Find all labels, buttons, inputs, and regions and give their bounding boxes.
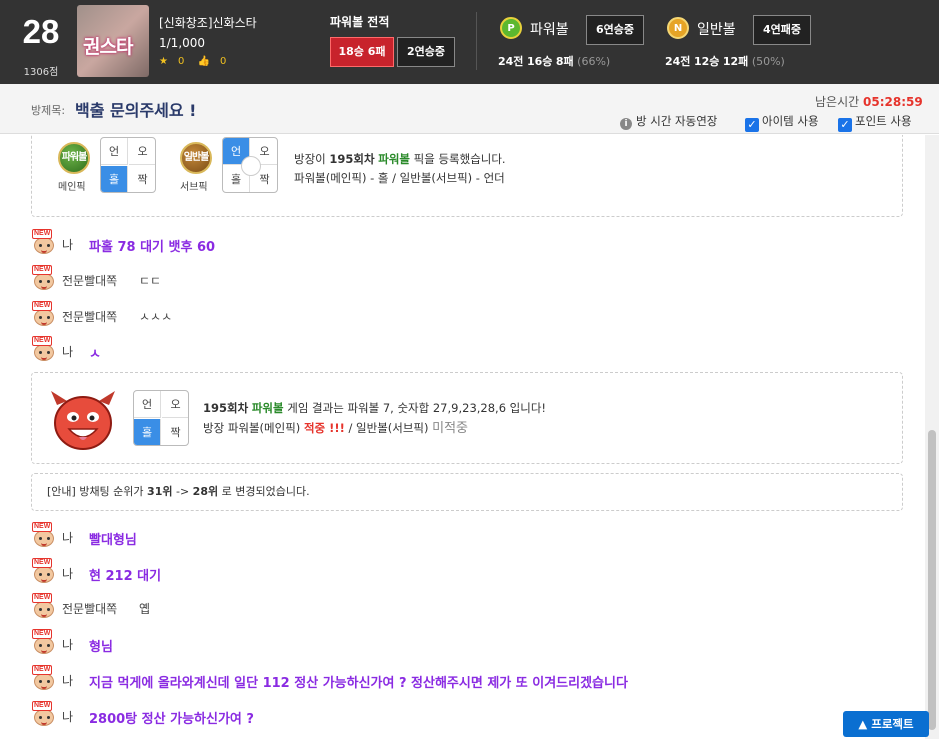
- avatar: NEW: [32, 701, 56, 727]
- avatar: NEW: [32, 336, 56, 362]
- message-text: ㅅ: [89, 347, 101, 362]
- devil-emoticon-icon: [51, 391, 115, 450]
- game-result-card: 언 오 홀 짝 195회차 파워볼 게임 결과는 파워볼 7, 숫자합 27,9…: [31, 372, 903, 464]
- pick-line-1: 방장이 195회차 파워볼 픽을 등록했습니다.: [294, 152, 506, 166]
- like-count: 0: [219, 56, 227, 67]
- result-grid: 언 오 홀 짝: [133, 390, 189, 446]
- checkbox-checked-icon: ✓: [745, 118, 759, 132]
- remaining-time: 남은시간 05:28:59: [815, 95, 923, 109]
- powerball-pick-icon: 파워볼: [58, 142, 90, 174]
- new-badge: NEW: [32, 301, 53, 311]
- record-streak-badge: 2연승중: [397, 37, 455, 67]
- new-badge: NEW: [32, 229, 53, 239]
- message-nick[interactable]: 나: [62, 565, 73, 582]
- powerball-label: 파워볼: [530, 22, 569, 38]
- avatar: NEW: [32, 593, 56, 619]
- item-use-checkbox[interactable]: ✓ 아이템 사용: [745, 113, 819, 132]
- pick-line-2: 파워볼(메인픽) - 홀 / 일반볼(서브픽) - 언더: [294, 171, 505, 185]
- avatar: NEW: [32, 629, 56, 655]
- message-text: ㄷㄷ: [139, 274, 162, 288]
- message-text: 형님: [89, 640, 113, 655]
- normalball-label: 일반볼: [697, 22, 736, 38]
- new-badge: NEW: [32, 558, 53, 568]
- powerball-record-title: 파워볼 전적: [330, 15, 390, 29]
- new-badge: NEW: [32, 701, 53, 711]
- room-subject: 백출 문의주세요 !: [75, 101, 197, 120]
- chat-scrollbar[interactable]: [925, 135, 939, 739]
- checkbox-checked-icon: ✓: [838, 118, 852, 132]
- message-nick[interactable]: 전문빨대쪽: [62, 308, 117, 325]
- new-badge: NEW: [32, 665, 53, 675]
- normalball-streak-badge: 4연패중: [753, 15, 811, 45]
- new-badge: NEW: [32, 265, 53, 275]
- star-count: 0: [177, 56, 185, 67]
- auto-extend-option[interactable]: i방 시간 자동연장: [620, 113, 717, 130]
- room-name: [신화창조]신화스타: [159, 16, 257, 30]
- message-nick[interactable]: 나: [62, 529, 73, 546]
- avatar: NEW: [32, 301, 56, 327]
- avatar: NEW: [32, 558, 56, 584]
- message-nick[interactable]: 나: [62, 672, 73, 689]
- message-text: ㅅㅅㅅ: [139, 310, 173, 324]
- message-nick[interactable]: 전문빨대쪽: [62, 272, 117, 289]
- subject-label: 방제목:: [31, 104, 66, 117]
- message-nick[interactable]: 나: [62, 343, 73, 360]
- avatar: NEW: [32, 522, 56, 548]
- powerball-record: 24전 16승 8패 (66%): [498, 55, 611, 68]
- message-text: 지금 먹게에 올라와계신데 일단 112 정산 가능하신가여 ? 정산해주시면 …: [89, 676, 628, 691]
- thumbs-up-icon: 👍: [197, 56, 210, 67]
- main-pick-grid: 언 오 홀 짝: [100, 137, 156, 193]
- avatar: NEW: [32, 665, 56, 691]
- message-nick[interactable]: 나: [62, 236, 73, 253]
- message-text: 파홀 78 대기 뱃후 60: [89, 240, 216, 255]
- message-text: 2800탕 정산 가능하신가여 ?: [89, 712, 254, 727]
- message-nick[interactable]: 나: [62, 708, 73, 725]
- rank-notice: [안내] 방채팅 순위가 31위 -> 28위 로 변경되었습니다.: [31, 473, 903, 511]
- powerball-icon: P: [500, 17, 522, 39]
- message-nick[interactable]: 나: [62, 636, 73, 653]
- project-button[interactable]: ▲ 프로젝트: [843, 711, 929, 737]
- new-badge: NEW: [32, 336, 53, 346]
- room-header: 28 1306점 권스타 [신화창조]신화스타 1/1,000 ★ 0 👍 0 파워…: [0, 0, 939, 84]
- sub-pick-grid: 언 오 홀 짝: [222, 137, 278, 193]
- normalball-record: 24전 12승 12패 (50%): [665, 55, 785, 68]
- point-use-checkbox[interactable]: ✓ 포인트 사용: [838, 113, 912, 132]
- member-count: 1/1,000: [159, 36, 206, 50]
- scrollbar-thumb[interactable]: [928, 430, 936, 730]
- result-line-1: 195회차 파워볼 게임 결과는 파워볼 7, 숫자합 27,9,23,28,6…: [203, 401, 547, 415]
- header-divider: [476, 12, 477, 70]
- avatar: NEW: [32, 229, 56, 255]
- room-rank: 28: [22, 13, 60, 50]
- triangle-up-icon: ▲: [858, 717, 868, 731]
- pick-registration-card: 파워볼 메인픽 언 오 홀 짝 일반볼 서브픽 언 오 홀 짝 방장이 195회…: [31, 135, 903, 217]
- sub-pick-label: 서브픽: [180, 182, 208, 193]
- message-text: 현 212 대기: [89, 569, 162, 584]
- main-pick-label: 메인픽: [58, 182, 86, 193]
- new-badge: NEW: [32, 593, 53, 603]
- chat-area[interactable]: 파워볼 메인픽 언 오 홀 짝 일반볼 서브픽 언 오 홀 짝 방장이 195회…: [0, 135, 925, 739]
- new-badge: NEW: [32, 629, 53, 639]
- message-text: 옙: [139, 602, 151, 616]
- normalball-pick-icon: 일반볼: [180, 142, 212, 174]
- avatar: NEW: [32, 265, 56, 291]
- info-icon: i: [620, 118, 632, 130]
- normalball-icon: N: [667, 17, 689, 39]
- room-subbar: 방제목: 백출 문의주세요 ! 남은시간 05:28:59 i방 시간 자동연장…: [0, 84, 939, 134]
- toggle-knob: [241, 156, 261, 176]
- record-main-badge: 18승 6패: [330, 37, 394, 67]
- room-stats: ★ 0 👍 0: [159, 56, 236, 67]
- powerball-streak-badge: 6연승중: [586, 15, 644, 45]
- result-line-2: 방장 파워볼(메인픽) 적중 !!! / 일반볼(서브픽) 미적중: [203, 421, 469, 436]
- star-icon: ★: [159, 56, 168, 67]
- remaining-time-value: 05:28:59: [863, 95, 923, 109]
- room-thumbnail[interactable]: 권스타: [77, 5, 149, 77]
- message-text: 빨대형님: [89, 533, 137, 548]
- room-thumbnail-title: 권스타: [83, 36, 133, 58]
- new-badge: NEW: [32, 522, 53, 532]
- room-points: 1306점: [23, 67, 59, 78]
- message-nick[interactable]: 전문빨대쪽: [62, 600, 117, 617]
